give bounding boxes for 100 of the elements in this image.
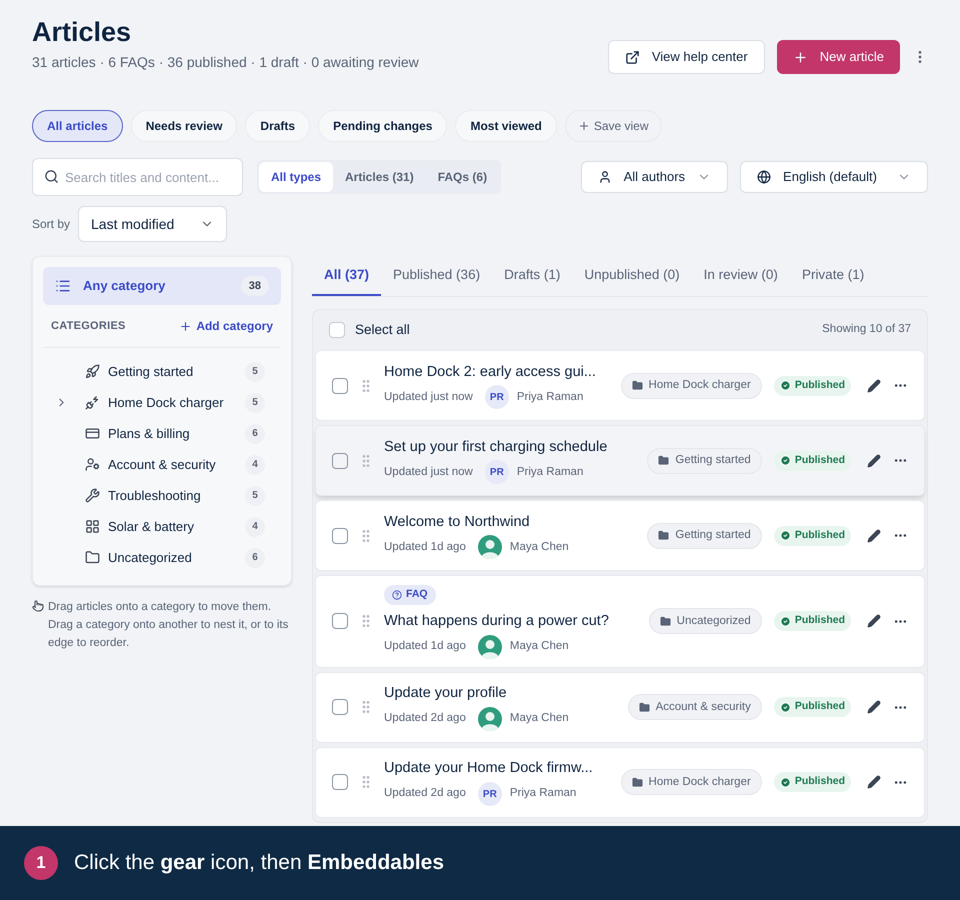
showing-count: Showing 10 of 37 (822, 322, 911, 338)
folder-icon (658, 455, 670, 466)
count-badge: 4 (245, 454, 265, 474)
status-tab[interactable]: In review (0) (692, 256, 790, 296)
row-checkbox[interactable] (332, 613, 348, 630)
solar-panel-icon (85, 519, 100, 534)
step-number: 1 (24, 846, 58, 880)
view-tab[interactable]: All articles (32, 110, 123, 142)
save-view-button[interactable]: Save view (564, 110, 662, 142)
category-tag: Account & security (628, 694, 762, 720)
check-circle-icon (780, 530, 791, 541)
article-row[interactable]: Set up your first charging schedule Updated just now PR Priya Raman Getting started Published (315, 425, 925, 496)
type-tab[interactable]: FAQs (6) (426, 162, 500, 192)
article-title[interactable]: Home Dock 2: early access gui... (384, 362, 613, 384)
avatar: PR (478, 782, 502, 806)
edit-icon[interactable] (867, 775, 881, 790)
check-circle-icon (780, 455, 791, 466)
category-tag: Getting started (647, 522, 762, 548)
plus-icon (578, 120, 590, 132)
type-tab[interactable]: All types (259, 162, 334, 192)
author-name: Priya Raman (510, 786, 576, 802)
status-tab[interactable]: Published (36) (381, 256, 492, 296)
pointer-hand-icon (32, 600, 44, 612)
count-badge: 38 (240, 276, 269, 296)
category-tag: Uncategorized (648, 608, 762, 634)
edit-icon[interactable] (867, 528, 881, 542)
status-badge: Published (774, 772, 851, 792)
rocket-icon (85, 364, 100, 379)
category-item[interactable]: Uncategorized 6 (43, 542, 281, 573)
article-row[interactable]: Update your profile Updated 2d ago Maya Chen Account & security Published (315, 672, 925, 743)
search-field[interactable]: Search titles and content... (32, 158, 243, 196)
row-checkbox[interactable] (332, 699, 348, 716)
tutorial-instruction: Click the gear icon, then Embeddables (74, 850, 444, 876)
article-row[interactable]: Update your Home Dock firmw... Updated 2d ago PR Priya Raman Home Dock charger Published (315, 746, 925, 818)
category-item[interactable]: Home Dock charger 5 (43, 387, 281, 418)
article-title[interactable]: Update your profile (384, 683, 620, 705)
updated-time: Updated 2d ago (384, 786, 466, 802)
type-tab[interactable]: Articles (31) (333, 162, 426, 192)
new-article-button[interactable]: New article (776, 40, 900, 74)
page-title: Articles (32, 16, 132, 48)
wrench-icon (85, 488, 100, 503)
count-badge: 5 (245, 392, 265, 412)
folder-icon (658, 530, 670, 541)
status-tab[interactable]: All (37) (312, 256, 382, 296)
search-icon (44, 169, 59, 184)
status-tab[interactable]: Unpublished (0) (572, 256, 692, 296)
edit-icon[interactable] (867, 614, 881, 628)
edit-icon[interactable] (867, 454, 881, 468)
check-circle-icon (780, 776, 791, 788)
article-title[interactable]: Set up your first charging schedule (384, 436, 640, 458)
check-circle-icon (780, 702, 791, 713)
language-dropdown[interactable]: English (default) (740, 161, 928, 193)
view-tab[interactable]: Drafts (245, 110, 310, 142)
help-center-button[interactable]: View help center (608, 40, 765, 74)
sort-dropdown[interactable]: Last modified (78, 206, 228, 242)
folder-icon (660, 616, 671, 627)
updated-time: Updated 1d ago (384, 540, 466, 555)
check-circle-icon (780, 616, 791, 627)
select-all-checkbox[interactable] (329, 322, 345, 338)
status-tab[interactable]: Private (1) (790, 256, 876, 296)
avatar: PR (484, 460, 509, 484)
external-link-icon (624, 50, 640, 64)
article-title[interactable]: Update your Home Dock firmw... (384, 758, 613, 780)
category-item[interactable]: Solar & battery 4 (43, 511, 281, 542)
any-category-item[interactable]: Any category 38 (43, 267, 281, 305)
add-category-button[interactable]: Add category (179, 317, 273, 335)
view-tab[interactable]: Pending changes (318, 110, 448, 142)
question-icon (392, 590, 402, 600)
avatar (478, 535, 502, 560)
categories-heading: CATEGORIES (51, 318, 126, 334)
article-title[interactable]: What happens during a power cut? (384, 610, 641, 633)
globe-icon (757, 170, 772, 184)
updated-time: Updated 2d ago (384, 711, 466, 726)
row-checkbox[interactable] (332, 528, 348, 544)
row-checkbox[interactable] (332, 378, 348, 394)
view-tab[interactable]: Needs review (130, 110, 238, 142)
sort-label: Sort by (32, 216, 70, 233)
category-item[interactable]: Plans & billing 6 (43, 418, 281, 449)
category-item[interactable]: Troubleshooting 5 (43, 480, 281, 511)
row-checkbox[interactable] (332, 452, 348, 468)
article-row[interactable]: FAQ What happens during a power cut? Updated 1d ago Maya Chen Uncategorized Published (315, 575, 925, 668)
plus-icon (179, 320, 192, 332)
row-checkbox[interactable] (332, 774, 348, 790)
folder-icon (632, 776, 643, 788)
authors-dropdown[interactable]: All authors (580, 161, 728, 193)
category-item[interactable]: Account & security 4 (43, 449, 281, 480)
article-title[interactable]: Welcome to Northwind (384, 512, 640, 534)
status-tab[interactable]: Drafts (1) (492, 256, 572, 296)
updated-time: Updated just now (384, 390, 473, 405)
updated-time: Updated just now (384, 464, 473, 480)
category-item[interactable]: Getting started 5 (43, 356, 281, 387)
edit-icon[interactable] (867, 700, 881, 714)
count-badge: 5 (245, 486, 265, 506)
edit-icon[interactable] (867, 378, 881, 392)
article-row[interactable]: Home Dock 2: early access gui... Updated just now PR Priya Raman Home Dock charger Published (315, 350, 925, 421)
article-row[interactable]: Welcome to Northwind Updated 1d ago Maya Chen Getting started Published (315, 500, 925, 571)
folder-icon (632, 380, 643, 391)
status-badge: Published (774, 450, 851, 470)
view-tab[interactable]: Most viewed (455, 110, 557, 142)
author-name: Maya Chen (510, 711, 569, 726)
